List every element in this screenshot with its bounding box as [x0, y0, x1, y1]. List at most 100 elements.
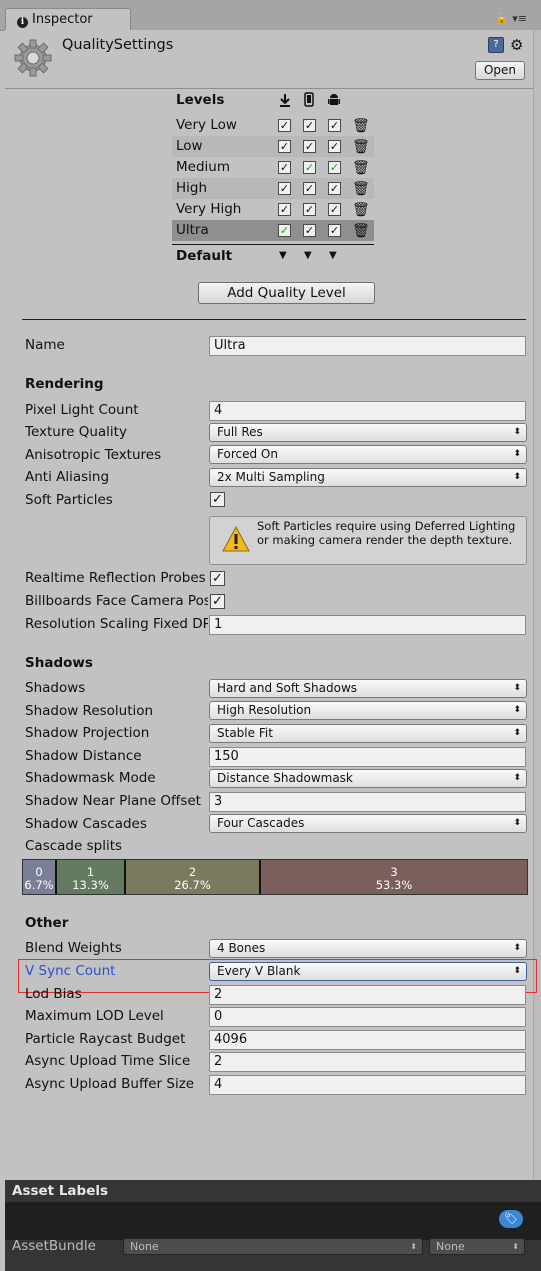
cascade-split-0[interactable]: 0 6.7%: [23, 860, 57, 894]
dropdown-value: None: [436, 1240, 465, 1253]
cascade-split-percent: 6.7%: [24, 878, 54, 892]
dropdown-value: Stable Fit: [217, 726, 273, 740]
level-row-high[interactable]: High ✓ ✓ ✓ 🗑: [172, 178, 374, 199]
level-platform-checkbox[interactable]: ✓: [278, 140, 291, 153]
level-name: Very High: [176, 201, 242, 217]
cascade-split-2[interactable]: 2 26.7%: [126, 860, 261, 894]
lock-icon[interactable]: 🔒: [495, 12, 509, 25]
soft-particles-help-text: Soft Particles require using Deferred Li…: [257, 519, 516, 547]
download-icon: [280, 94, 290, 107]
level-platform-checkbox[interactable]: ✓: [278, 203, 291, 216]
shadows-dropdown[interactable]: Hard and Soft Shadows ⬍: [209, 679, 527, 698]
level-row-very-low[interactable]: Very Low ✓ ✓ ✓ 🗑: [172, 115, 374, 136]
dropdown-value: None: [130, 1240, 159, 1253]
level-platform-checkbox[interactable]: ✓: [303, 203, 316, 216]
level-name: Ultra: [176, 222, 209, 238]
settings-gear-icon: [14, 39, 52, 77]
dropdown-arrows-icon: ⬍: [513, 818, 521, 828]
vsync-count-label: V Sync Count: [25, 963, 116, 979]
dropdown-arrows-icon: ⬍: [513, 966, 521, 976]
level-row-medium[interactable]: Medium ✓ ✓ ✓ 🗑: [172, 157, 374, 178]
assetbundle-name-dropdown[interactable]: None ⬍: [123, 1238, 423, 1255]
trash-icon[interactable]: 🗑: [352, 158, 370, 179]
shadowmask-mode-label: Shadowmask Mode: [25, 770, 156, 786]
dropdown-value: 4 Bones: [217, 941, 266, 955]
tag-icon[interactable]: 🏷: [499, 1210, 523, 1228]
async-upload-time-slice-field[interactable]: 2: [209, 1052, 526, 1072]
inspector-tab[interactable]: i Inspector: [5, 8, 131, 31]
trash-icon[interactable]: 🗑: [352, 221, 370, 242]
blend-weights-dropdown[interactable]: 4 Bones ⬍: [209, 939, 527, 958]
level-platform-checkbox[interactable]: ✓: [303, 119, 316, 132]
level-platform-checkbox[interactable]: ✓: [328, 119, 341, 132]
shadow-projection-dropdown[interactable]: Stable Fit ⬍: [209, 724, 527, 743]
shadow-distance-field[interactable]: 150: [209, 747, 526, 767]
tab-tools[interactable]: 🔒 ▾≡: [495, 12, 527, 25]
dropdown-arrows-icon: ⬍: [513, 427, 521, 437]
level-row-low[interactable]: Low ✓ ✓ ✓ 🗑: [172, 136, 374, 157]
divider: [22, 319, 526, 320]
assetbundle-variant-dropdown[interactable]: None ⬍: [429, 1238, 525, 1255]
texture-quality-label: Texture Quality: [25, 424, 127, 440]
add-quality-level-button[interactable]: Add Quality Level: [198, 282, 375, 304]
level-platform-checkbox[interactable]: ✓: [278, 119, 291, 132]
dropdown-value: Full Res: [217, 425, 263, 439]
shadow-near-plane-offset-field[interactable]: 3: [209, 792, 526, 812]
level-platform-checkbox-default[interactable]: ✓: [278, 224, 291, 237]
name-field[interactable]: Ultra: [209, 336, 526, 356]
level-platform-checkbox[interactable]: ✓: [328, 182, 341, 195]
cascade-split-percent: 26.7%: [174, 878, 211, 892]
particle-raycast-budget-field[interactable]: 4096: [209, 1030, 526, 1050]
shadow-cascades-dropdown[interactable]: Four Cascades ⬍: [209, 814, 527, 833]
level-platform-checkbox[interactable]: ✓: [303, 140, 316, 153]
open-button[interactable]: Open: [475, 61, 525, 80]
shadowmask-mode-dropdown[interactable]: Distance Shadowmask ⬍: [209, 769, 527, 788]
level-row-ultra[interactable]: Ultra ✓ ✓ ✓ 🗑: [172, 220, 374, 241]
resolution-scaling-field[interactable]: 1: [209, 615, 526, 635]
maximum-lod-level-field[interactable]: 0: [209, 1007, 526, 1027]
help-icon[interactable]: ?: [488, 37, 504, 53]
default-dropdown-arrow-icon[interactable]: ▼: [304, 245, 312, 267]
cascade-splits-bar[interactable]: 0 6.7% 1 13.3% 2 26.7% 3 53.3%: [22, 859, 528, 895]
trash-icon[interactable]: 🗑: [352, 116, 370, 137]
lod-bias-field[interactable]: 2: [209, 985, 526, 1005]
soft-particles-help-box: Soft Particles require using Deferred Li…: [209, 516, 527, 565]
level-row-very-high[interactable]: Very High ✓ ✓ ✓ 🗑: [172, 199, 374, 220]
dropdown-value: Forced On: [217, 447, 278, 461]
default-label: Default: [176, 248, 233, 264]
cascade-split-percent: 13.3%: [72, 878, 109, 892]
billboards-face-camera-checkbox[interactable]: ✓: [210, 594, 225, 609]
anti-aliasing-dropdown[interactable]: 2x Multi Sampling ⬍: [209, 468, 527, 487]
level-platform-checkbox[interactable]: ✓: [328, 224, 341, 237]
level-platform-checkbox[interactable]: ✓: [328, 140, 341, 153]
trash-icon[interactable]: 🗑: [352, 179, 370, 200]
level-platform-checkbox[interactable]: ✓: [278, 161, 291, 174]
async-upload-buffer-size-field[interactable]: 4: [209, 1075, 526, 1095]
menu-icon[interactable]: ▾≡: [512, 12, 527, 25]
async-upload-buffer-size-label: Async Upload Buffer Size: [25, 1076, 195, 1092]
trash-icon[interactable]: 🗑: [352, 200, 370, 221]
level-platform-checkbox[interactable]: ✓: [303, 182, 316, 195]
level-platform-checkbox-default[interactable]: ✓: [328, 161, 341, 174]
default-dropdown-arrow-icon[interactable]: ▼: [279, 245, 287, 267]
inspector-tabbar: i Inspector 🔒 ▾≡: [0, 0, 541, 31]
realtime-reflection-probes-checkbox[interactable]: ✓: [210, 571, 225, 586]
texture-quality-dropdown[interactable]: Full Res ⬍: [209, 423, 527, 442]
shadow-resolution-dropdown[interactable]: High Resolution ⬍: [209, 701, 527, 720]
anisotropic-textures-dropdown[interactable]: Forced On ⬍: [209, 445, 527, 464]
pixel-light-count-field[interactable]: 4: [209, 401, 526, 421]
cascade-split-3[interactable]: 3 53.3%: [261, 860, 527, 894]
trash-icon[interactable]: 🗑: [352, 137, 370, 158]
level-platform-checkbox[interactable]: ✓: [328, 203, 341, 216]
anti-aliasing-label: Anti Aliasing: [25, 469, 110, 485]
level-platform-checkbox[interactable]: ✓: [278, 182, 291, 195]
asset-labels-area: 🏷: [5, 1202, 541, 1240]
cascade-split-1[interactable]: 1 13.3%: [57, 860, 126, 894]
level-platform-checkbox-default[interactable]: ✓: [303, 161, 316, 174]
default-dropdown-arrow-icon[interactable]: ▼: [329, 245, 337, 267]
soft-particles-checkbox[interactable]: ✓: [210, 492, 225, 507]
vsync-count-dropdown[interactable]: Every V Blank ⬍: [209, 962, 527, 981]
level-platform-checkbox[interactable]: ✓: [303, 224, 316, 237]
component-settings-icon[interactable]: ⚙: [510, 36, 523, 54]
shadow-distance-label: Shadow Distance: [25, 748, 142, 764]
